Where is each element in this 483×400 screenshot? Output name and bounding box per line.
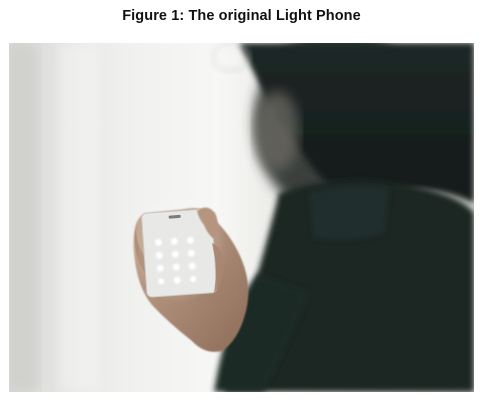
light-phone-photo [9,43,474,392]
person-face [255,91,299,171]
wall-shadow-left [9,43,39,392]
figure-caption: Figure 1: The original Light Phone [122,8,361,24]
figure: Figure 1: The original Light Phone [0,0,483,400]
person-collar [309,186,389,240]
wall-highlight [59,43,99,392]
photo-illustration [9,43,474,392]
